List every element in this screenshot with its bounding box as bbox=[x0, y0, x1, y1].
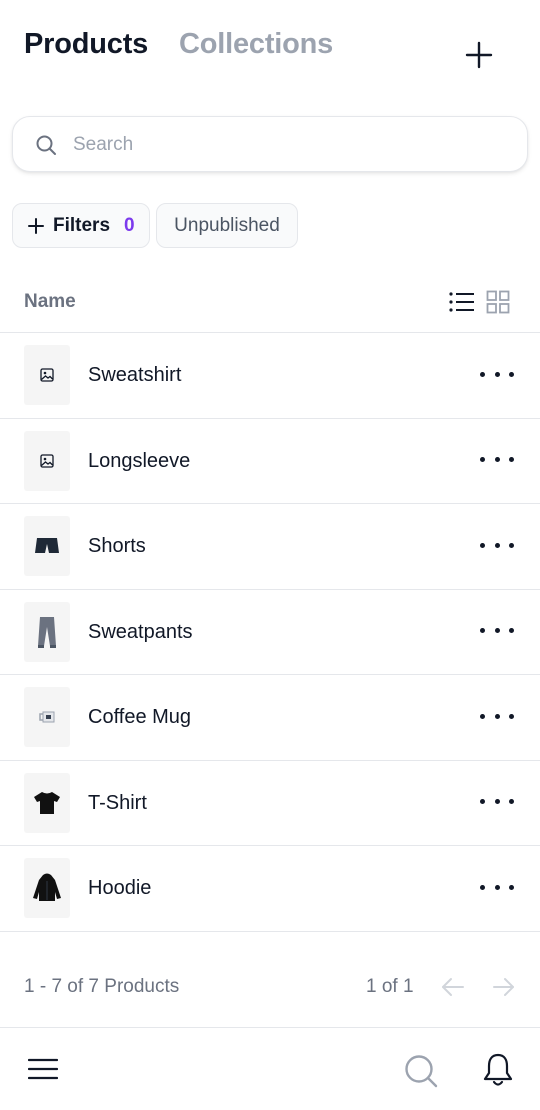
dot bbox=[509, 628, 514, 633]
product-thumbnail bbox=[24, 430, 70, 491]
dot bbox=[480, 542, 485, 548]
bottom-nav bbox=[0, 1027, 540, 1110]
product-title[interactable]: Hoodie bbox=[88, 877, 151, 900]
product-title[interactable]: Shorts bbox=[88, 535, 146, 558]
dot bbox=[480, 799, 485, 804]
plus-icon bbox=[28, 217, 44, 234]
mug-image bbox=[39, 711, 55, 723]
product-title[interactable]: Longsleeve bbox=[88, 450, 190, 473]
arrow-right-icon[interactable] bbox=[492, 976, 516, 998]
filters-button[interactable]: Filters 0 bbox=[12, 203, 150, 248]
search-icon[interactable] bbox=[404, 1054, 438, 1088]
dot bbox=[509, 542, 514, 548]
product-thumbnail bbox=[24, 516, 70, 576]
list-header: Name bbox=[0, 280, 540, 333]
dot bbox=[509, 799, 514, 804]
dot bbox=[494, 457, 500, 462]
dot bbox=[494, 884, 500, 890]
product-row[interactable]: T-Shirt bbox=[0, 761, 540, 846]
filters-label: Filters bbox=[53, 214, 111, 236]
more-options-button[interactable] bbox=[480, 453, 514, 467]
image-placeholder-icon bbox=[40, 453, 54, 468]
search-box bbox=[12, 116, 528, 172]
page-indicator: 1 of 1 bbox=[366, 976, 414, 997]
product-row[interactable]: Sweatpants bbox=[0, 590, 540, 675]
image-placeholder-icon bbox=[40, 368, 54, 382]
product-list: Sweatshirt Longsleeve Shorts Sweatpants … bbox=[0, 333, 540, 932]
more-options-button[interactable] bbox=[480, 538, 514, 552]
product-row[interactable]: Longsleeve bbox=[0, 419, 540, 504]
product-thumbnail bbox=[24, 601, 70, 662]
product-row[interactable]: Shorts bbox=[0, 504, 540, 590]
product-row[interactable]: Hoodie bbox=[0, 846, 540, 932]
more-options-button[interactable] bbox=[480, 624, 514, 638]
product-title[interactable]: T-Shirt bbox=[88, 792, 147, 815]
unpublished-label: Unpublished bbox=[174, 214, 280, 236]
dot bbox=[480, 628, 485, 633]
plus-icon bbox=[465, 41, 493, 69]
dot bbox=[509, 457, 514, 462]
product-thumbnail bbox=[24, 345, 70, 405]
product-row[interactable]: Coffee Mug bbox=[0, 675, 540, 761]
dot bbox=[480, 713, 485, 719]
header: Products Collections bbox=[0, 0, 540, 100]
dot bbox=[480, 457, 485, 462]
dot bbox=[494, 371, 500, 377]
dot bbox=[494, 713, 500, 719]
add-product-button[interactable] bbox=[462, 38, 496, 72]
product-thumbnail bbox=[24, 858, 70, 918]
dot bbox=[509, 371, 514, 377]
product-thumbnail bbox=[24, 772, 70, 833]
column-header-name[interactable]: Name bbox=[24, 291, 76, 313]
search-input[interactable] bbox=[73, 127, 513, 163]
dot bbox=[494, 542, 500, 548]
dot bbox=[480, 884, 485, 890]
tab-products[interactable]: Products bbox=[24, 28, 148, 61]
tab-collections[interactable]: Collections bbox=[179, 28, 333, 61]
more-options-button[interactable] bbox=[480, 709, 514, 723]
hoodie-image bbox=[33, 873, 61, 901]
dot bbox=[509, 884, 514, 890]
dot bbox=[480, 371, 485, 377]
arrow-left-icon[interactable] bbox=[440, 976, 466, 998]
product-thumbnail bbox=[24, 687, 70, 747]
shorts-image bbox=[35, 538, 59, 553]
unpublished-filter-button[interactable]: Unpublished bbox=[156, 203, 298, 248]
menu-icon[interactable] bbox=[28, 1057, 58, 1081]
more-options-button[interactable] bbox=[480, 880, 514, 894]
dot bbox=[494, 799, 500, 804]
results-count: 1 - 7 of 7 Products bbox=[24, 976, 180, 997]
more-options-button[interactable] bbox=[480, 367, 514, 381]
tshirt-image bbox=[34, 791, 60, 814]
search-icon bbox=[36, 135, 56, 155]
bell-icon[interactable] bbox=[482, 1052, 514, 1088]
grid-view-icon[interactable] bbox=[486, 290, 510, 314]
product-title[interactable]: Coffee Mug bbox=[88, 706, 191, 729]
dot bbox=[494, 628, 500, 633]
pagination: 1 - 7 of 7 Products 1 of 1 bbox=[0, 960, 540, 1014]
dot bbox=[509, 713, 514, 719]
product-row[interactable]: Sweatshirt bbox=[0, 333, 540, 419]
filters-count-badge: 0 bbox=[124, 214, 135, 236]
product-title[interactable]: Sweatpants bbox=[88, 621, 193, 644]
product-title[interactable]: Sweatshirt bbox=[88, 364, 181, 387]
more-options-button[interactable] bbox=[480, 795, 514, 809]
list-view-icon[interactable] bbox=[448, 290, 476, 314]
sweatpants-image bbox=[38, 616, 56, 648]
